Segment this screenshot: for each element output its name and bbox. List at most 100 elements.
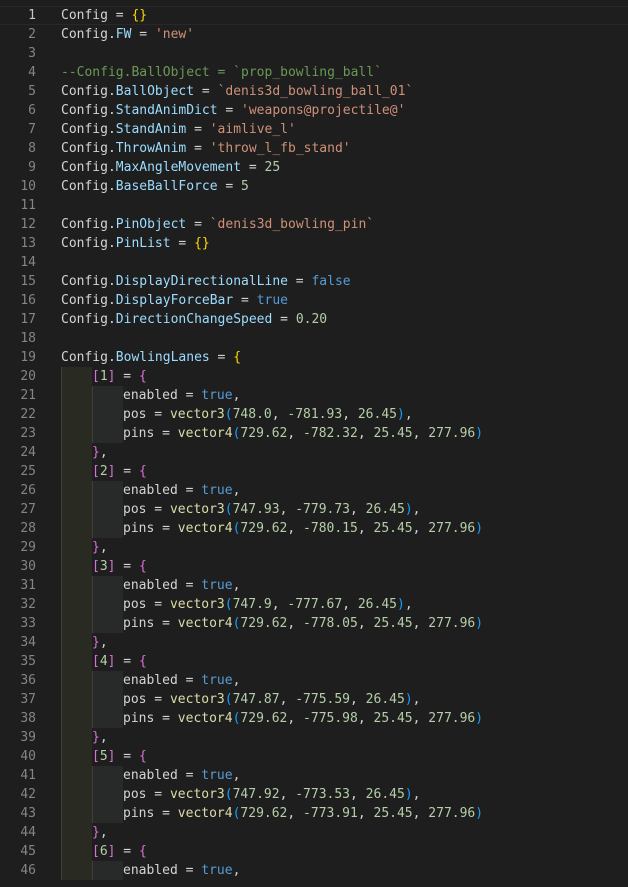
- line-number: 2: [28, 27, 36, 42]
- code-line[interactable]: 3: [0, 44, 628, 63]
- code-line[interactable]: 7 Config.StandAnim = 'aimlive_l': [0, 120, 628, 139]
- code-line[interactable]: 36 enabled = true,: [0, 671, 628, 690]
- token-paren: ): [475, 616, 484, 631]
- code-line[interactable]: 32 pos = vector3(747.9, -777.67, 26.45),: [0, 595, 628, 614]
- code-line[interactable]: 29},: [0, 538, 628, 557]
- token-operator: ,: [412, 616, 429, 631]
- line-code: },: [92, 823, 108, 842]
- code-editor[interactable]: 1 Config = {} 2 Config.FW = 'new' 3 4 --Config…: [0, 0, 628, 887]
- token-operator: ,: [99, 635, 108, 650]
- line-code: enabled = true,: [123, 671, 240, 690]
- token-paren: (: [224, 407, 233, 422]
- indent-guide: [61, 405, 92, 424]
- token-operator: =: [186, 141, 210, 156]
- code-line[interactable]: 16 Config.DisplayForceBar = true: [0, 291, 628, 310]
- indent-guide: [61, 842, 92, 861]
- code-line[interactable]: 24},: [0, 443, 628, 462]
- code-line[interactable]: 19 Config.BowlingLanes = {: [0, 348, 628, 367]
- token-operator: ,: [99, 825, 108, 840]
- token-number-literal: 0.20: [295, 312, 328, 327]
- code-line[interactable]: 20 [1] = {: [0, 367, 628, 386]
- code-line[interactable]: 13 Config.PinList = {}: [0, 234, 628, 253]
- token-number-literal: 747.9: [232, 597, 272, 612]
- line-code: pos = vector3(747.92, -773.53, 26.45),: [123, 785, 420, 804]
- code-line[interactable]: 37 pos = vector3(747.87, -775.59, 26.45),: [0, 690, 628, 709]
- token-operator: .: [107, 179, 116, 194]
- code-line[interactable]: 6 Config.StandAnimDict = 'weapons@project…: [0, 101, 628, 120]
- token-operator: ,: [357, 521, 374, 536]
- token-number-literal: 5: [241, 179, 249, 194]
- token-bracket: }: [92, 635, 100, 650]
- code-line[interactable]: 4 --Config.BallObject = `prop_bowling_bal…: [0, 63, 628, 82]
- token-identifier: Config: [61, 160, 108, 175]
- token-operator: ,: [287, 711, 304, 726]
- code-line[interactable]: 15 Config.DisplayDirectionalLine = false: [0, 272, 628, 291]
- token-identifier: Config: [61, 350, 108, 365]
- token-identifier: pos: [123, 407, 147, 422]
- token-operator: ,: [279, 787, 296, 802]
- code-line[interactable]: 14: [0, 253, 628, 272]
- code-line[interactable]: 27 pos = vector3(747.93, -779.73, 26.45),: [0, 500, 628, 519]
- token-number-literal: 26.45: [365, 787, 405, 802]
- indent-guide: [92, 424, 123, 443]
- token-operator: ,: [357, 711, 374, 726]
- token-property: DisplayForceBar: [115, 293, 234, 308]
- indent-guide: [61, 538, 92, 557]
- token-operator: ,: [271, 597, 288, 612]
- code-line[interactable]: 8 Config.ThrowAnim = 'throw_l_fb_stand': [0, 139, 628, 158]
- code-line[interactable]: 41 enabled = true,: [0, 766, 628, 785]
- indent-guide: [92, 595, 123, 614]
- line-code: Config.BowlingLanes = {: [61, 348, 241, 367]
- token-property: DirectionChangeSpeed: [115, 312, 273, 327]
- code-line[interactable]: 11: [0, 196, 628, 215]
- code-line[interactable]: 5 Config.BallObject = `denis3d_bowling_ba…: [0, 82, 628, 101]
- code-line[interactable]: 25 [2] = {: [0, 462, 628, 481]
- code-line[interactable]: 23 pins = vector4(729.62, -782.32, 25.45,…: [0, 424, 628, 443]
- indent-guide: [61, 861, 92, 880]
- code-line[interactable]: 34},: [0, 633, 628, 652]
- token-bracket: [: [92, 559, 100, 574]
- code-line[interactable]: 12 Config.PinObject = `denis3d_bowling_pi…: [0, 215, 628, 234]
- token-operator: ,: [357, 426, 374, 441]
- code-line[interactable]: 28 pins = vector4(729.62, -780.15, 25.45,…: [0, 519, 628, 538]
- token-property: ThrowAnim: [115, 141, 187, 156]
- code-line[interactable]: 33 pins = vector4(729.62, -778.05, 25.45,…: [0, 614, 628, 633]
- code-line[interactable]: 31 enabled = true,: [0, 576, 628, 595]
- line-code: Config.MaxAngleMovement = 25: [61, 158, 280, 177]
- token-identifier: Config: [61, 274, 108, 289]
- token-operator: ,: [342, 597, 358, 612]
- code-line[interactable]: 1 Config = {}: [0, 6, 628, 25]
- code-line[interactable]: 39},: [0, 728, 628, 747]
- token-function-name: vector3: [169, 787, 225, 802]
- code-line[interactable]: 45 [6] = {: [0, 842, 628, 861]
- code-line[interactable]: 10 Config.BaseBallForce = 5: [0, 177, 628, 196]
- token-number-literal: 25: [264, 160, 281, 175]
- token-bracket: [: [92, 844, 100, 859]
- token-number-literal: 747.92: [232, 787, 280, 802]
- code-line[interactable]: 30 [3] = {: [0, 557, 628, 576]
- code-line[interactable]: 2 Config.FW = 'new': [0, 25, 628, 44]
- token-bracket: {: [138, 369, 147, 384]
- token-operator: ,: [412, 521, 429, 536]
- code-line[interactable]: 46 enabled = true,: [0, 861, 628, 880]
- code-line[interactable]: 22 pos = vector3(748.0, -781.93, 26.45),: [0, 405, 628, 424]
- line-code: pos = vector3(747.87, -775.59, 26.45),: [123, 690, 420, 709]
- indent-guide: [61, 576, 92, 595]
- line-code: pins = vector4(729.62, -775.98, 25.45, 2…: [123, 709, 483, 728]
- code-line[interactable]: 21 enabled = true,: [0, 386, 628, 405]
- token-number-literal: 277.96: [428, 426, 476, 441]
- line-code: enabled = true,: [123, 386, 240, 405]
- code-line[interactable]: 40 [5] = {: [0, 747, 628, 766]
- code-line[interactable]: 9 Config.MaxAngleMovement = 25: [0, 158, 628, 177]
- token-paren: ): [396, 597, 405, 612]
- code-line[interactable]: 44},: [0, 823, 628, 842]
- code-line[interactable]: 42 pos = vector3(747.92, -773.53, 26.45),: [0, 785, 628, 804]
- token-operator: =: [146, 787, 170, 802]
- code-line[interactable]: 35 [4] = {: [0, 652, 628, 671]
- code-line[interactable]: 26 enabled = true,: [0, 481, 628, 500]
- code-line[interactable]: 38 pins = vector4(729.62, -775.98, 25.45,…: [0, 709, 628, 728]
- code-line[interactable]: 43 pins = vector4(729.62, -773.91, 25.45,…: [0, 804, 628, 823]
- code-line[interactable]: 17 Config.DirectionChangeSpeed = 0.20: [0, 310, 628, 329]
- code-line[interactable]: 18: [0, 329, 628, 348]
- token-operator: .: [107, 84, 116, 99]
